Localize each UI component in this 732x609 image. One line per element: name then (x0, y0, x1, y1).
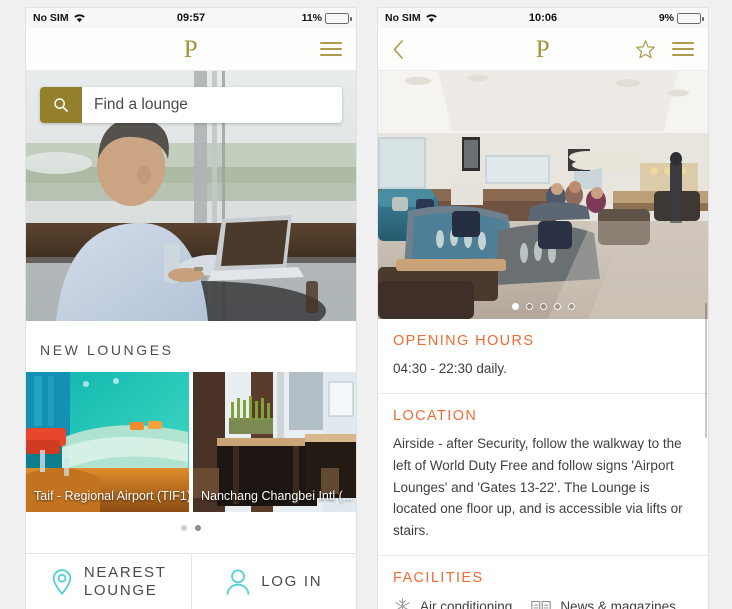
right-phone-screen: No SIM 10:06 9% P OPENING HOURS 04:30 - … (378, 8, 708, 609)
lounge-interior-photo (378, 71, 708, 319)
wifi-icon (73, 14, 85, 23)
open-book-icon (531, 600, 552, 609)
log-in-button[interactable]: LOG IN (190, 554, 357, 609)
battery-percent-label: 11% (301, 12, 322, 24)
nearest-lounge-label: NEAREST LOUNGE (84, 564, 167, 599)
opening-hours-section: OPENING HOURS 04:30 - 22:30 daily. (378, 319, 708, 394)
tab-label-line2: LOUNGE (83, 581, 158, 599)
lounge-caption: Taif - Regional Airport (TIF1) (34, 489, 189, 503)
opening-hours-text: 04:30 - 22:30 daily. (393, 361, 507, 376)
location-text: Airside - after Security, follow the wal… (393, 435, 683, 539)
star-outline-icon[interactable] (635, 39, 656, 60)
hero-banner (26, 71, 356, 321)
carousel-pager[interactable] (26, 512, 356, 544)
battery-icon (325, 12, 352, 24)
wifi-icon (425, 14, 437, 23)
battery-percent-label: 9% (658, 12, 674, 24)
right-nav-right (635, 39, 694, 60)
gallery-dot[interactable] (525, 303, 533, 310)
status-left-group: No SIM (385, 12, 438, 24)
facility-item: Air conditioning (393, 597, 512, 609)
opening-hours-heading: OPENING HOURS (393, 333, 535, 349)
carrier-label: No SIM (385, 12, 421, 24)
app-logo: P (183, 35, 199, 63)
gallery-dot[interactable] (539, 303, 547, 310)
bottom-tab-bar: NEAREST LOUNGE LOG IN (26, 553, 356, 609)
log-in-label: LOG IN (261, 572, 323, 590)
pager-dot-active[interactable] (195, 525, 201, 531)
nearest-lounge-button[interactable]: NEAREST LOUNGE (26, 554, 191, 609)
user-account-icon (226, 568, 250, 595)
back-chevron-icon[interactable] (392, 39, 405, 60)
left-status-bar: No SIM 09:57 11% (26, 8, 356, 28)
snowflake-icon (395, 598, 410, 609)
lounge-caption: Nanchang Changbei Intl (... (201, 489, 354, 503)
lounge-card[interactable]: Nanchang Changbei Intl (... (193, 372, 356, 512)
location-pin-icon (52, 568, 72, 595)
hamburger-menu-icon[interactable] (320, 42, 342, 56)
tab-label-line1: NEAREST (83, 564, 167, 582)
search-input[interactable] (82, 87, 342, 123)
screens-container: No SIM 09:57 11% P Find a lounge NEW LOU… (0, 0, 732, 609)
right-status-bar: No SIM 10:06 9% (378, 8, 708, 28)
location-heading: LOCATION (393, 407, 478, 424)
search-bar[interactable] (40, 87, 342, 123)
status-right-group: 9% (658, 12, 704, 24)
left-nav-bar: P (26, 28, 356, 71)
gallery-dot[interactable] (553, 303, 561, 310)
pager-dot[interactable] (181, 525, 187, 531)
facilities-heading: FACILITIES (393, 570, 484, 587)
search-icon[interactable] (40, 87, 82, 123)
carrier-label: No SIM (33, 12, 69, 24)
facility-item: News & magazines (530, 597, 676, 609)
lounge-card[interactable]: Taif - Regional Airport (TIF1) (26, 372, 189, 512)
gallery-dot[interactable] (567, 303, 575, 310)
facility-label: News & magazines (560, 599, 676, 609)
status-right-group: 11% (301, 12, 352, 24)
facility-label: Air conditioning (420, 599, 513, 609)
gallery-pager[interactable] (378, 303, 708, 310)
gallery-dot-active[interactable] (511, 303, 519, 310)
lounge-gallery[interactable] (378, 71, 708, 319)
facilities-list: Air conditioning News & magazines (393, 597, 693, 609)
battery-icon (677, 12, 704, 24)
right-nav-bar: P (378, 28, 708, 71)
new-lounges-heading: NEW LOUNGES (40, 342, 174, 358)
facilities-section: FACILITIES Air conditioning News & magaz… (378, 556, 708, 609)
left-phone-screen: No SIM 09:57 11% P Find a lounge NEW LOU… (26, 8, 356, 609)
left-nav-right (320, 42, 342, 56)
location-section: LOCATION Airside - after Security, follo… (378, 394, 708, 557)
hamburger-menu-icon[interactable] (672, 42, 694, 56)
status-left-group: No SIM (33, 12, 86, 24)
scroll-indicator[interactable] (704, 303, 707, 438)
new-lounges-carousel[interactable]: Taif - Regional Airport (TIF1) Nanchang … (26, 372, 356, 512)
